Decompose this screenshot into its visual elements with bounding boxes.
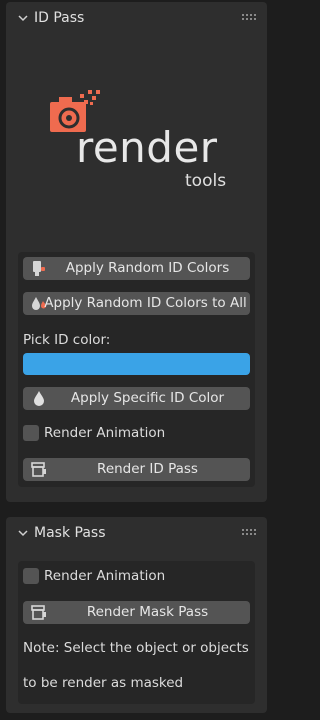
- mask-note-line-2: to be render as masked: [23, 675, 184, 691]
- checkbox-label: Render Animation: [44, 425, 166, 441]
- mask-pass-header[interactable]: Mask Pass: [6, 517, 267, 551]
- apply-random-id-colors-all-button[interactable]: Apply Random ID Colors to All: [23, 292, 250, 315]
- drag-grip-icon[interactable]: [242, 529, 258, 537]
- mask-note-line-1: Note: Select the object or objects: [23, 640, 249, 656]
- logo-subtitle: tools: [185, 171, 227, 191]
- id-pass-header[interactable]: ID Pass: [6, 2, 267, 36]
- id-pass-panel: ID Pass render tools Apply Random ID Col…: [6, 2, 267, 502]
- render-id-pass-button[interactable]: Render ID Pass: [23, 458, 250, 481]
- logo-wordmark: render: [76, 123, 218, 172]
- drag-grip-icon[interactable]: [242, 14, 258, 22]
- panel-title: ID Pass: [34, 10, 85, 26]
- render-tools-logo: render tools: [46, 90, 236, 194]
- chevron-down-icon[interactable]: [16, 526, 30, 540]
- mask-pass-controls: Render Animation Render Mask Pass Note: …: [18, 561, 255, 704]
- render-animation-checkbox[interactable]: Render Animation: [23, 424, 203, 444]
- button-label: Render Mask Pass: [86, 604, 209, 620]
- id-color-swatch[interactable]: [23, 353, 250, 375]
- panel-title: Mask Pass: [34, 525, 106, 541]
- id-pass-controls: Apply Random ID Colors Apply Random ID C…: [18, 252, 255, 487]
- pick-id-color-label: Pick ID color:: [23, 332, 111, 348]
- button-label: Apply Random ID Colors to All: [44, 295, 247, 311]
- apply-specific-id-color-button[interactable]: Apply Specific ID Color: [23, 387, 250, 410]
- button-label: Apply Random ID Colors: [65, 260, 230, 276]
- button-label: Apply Specific ID Color: [70, 390, 225, 406]
- apply-random-id-colors-button[interactable]: Apply Random ID Colors: [23, 257, 250, 280]
- checkbox-label: Render Animation: [44, 568, 166, 584]
- chevron-down-icon[interactable]: [16, 11, 30, 25]
- checkbox-box[interactable]: [23, 425, 39, 441]
- mask-pass-panel: Mask Pass Render Animation Render Mask P…: [6, 517, 267, 713]
- properties-sidebar: ID Pass render tools Apply Random ID Col…: [0, 0, 273, 720]
- button-label: Render ID Pass: [97, 461, 198, 477]
- checkbox-box[interactable]: [23, 568, 39, 584]
- render-animation-checkbox[interactable]: Render Animation: [23, 567, 203, 587]
- render-mask-pass-button[interactable]: Render Mask Pass: [23, 601, 250, 624]
